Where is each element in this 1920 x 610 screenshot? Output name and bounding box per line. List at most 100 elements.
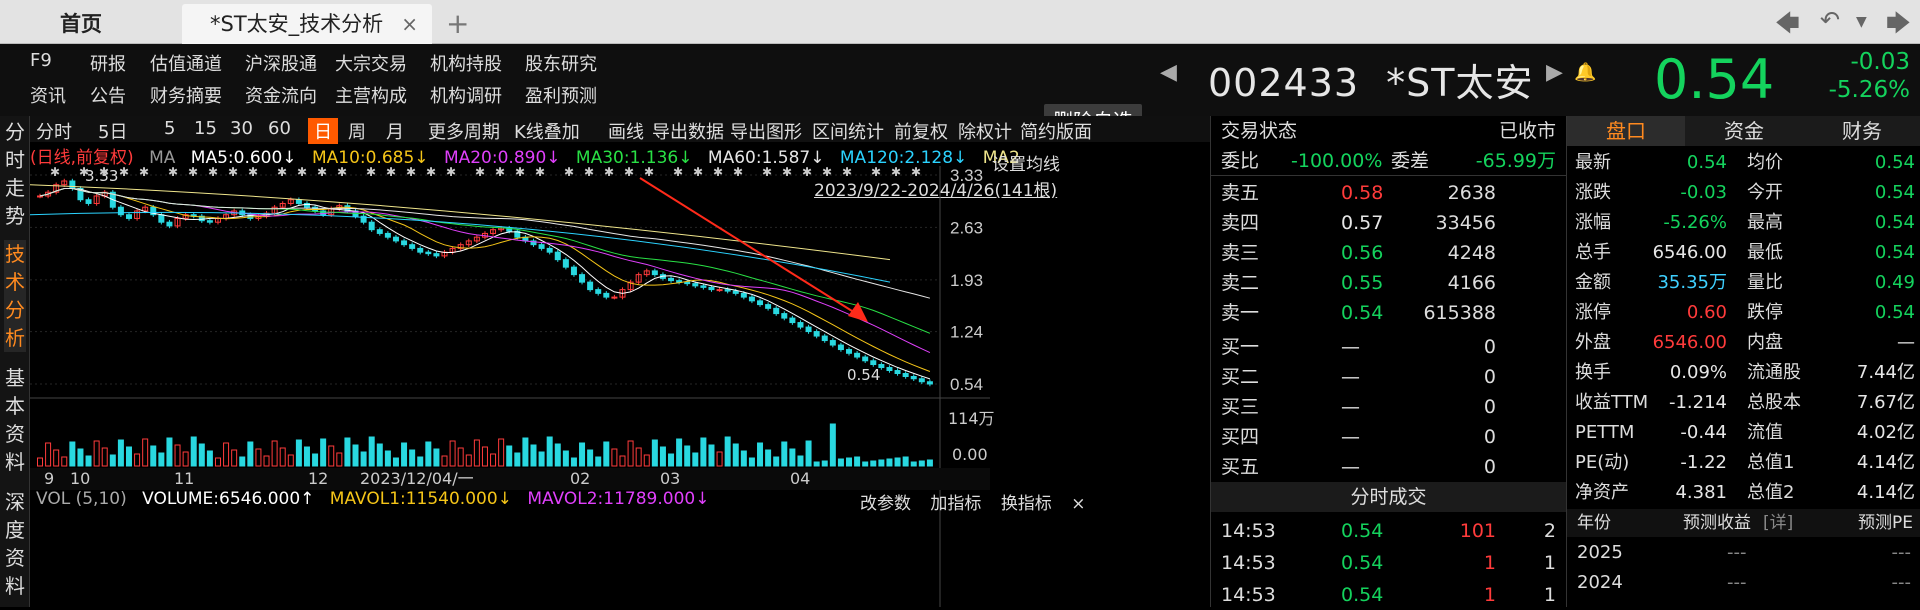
nav-technical[interactable]: 技术分析 <box>4 240 26 352</box>
function-menu: F9 研报 估值通道 沪深股通 大宗交易 机构持股 股东研究 资讯 公告 财务摘要 资金流向 主营构… <box>0 44 1920 138</box>
event-marker: ✱ <box>713 166 723 179</box>
quote-panel: 盘口 资金 财务 最新 0.54 均价 0.54 涨跌 -0.03 今开 0.54 涨幅 -5.2… <box>1566 116 1920 607</box>
detail-link[interactable]: [详] <box>1763 509 1793 537</box>
toolbar-item[interactable]: 区间统计 <box>812 118 884 144</box>
back-icon[interactable]: 🡄 <box>1775 6 1800 47</box>
quote-value: 4.381 <box>1675 482 1727 503</box>
menu-item[interactable]: 股东研究 <box>525 50 597 76</box>
nav-basic-info[interactable]: 基本资料 <box>4 364 26 476</box>
edit-params-button[interactable]: 改参数 <box>860 494 911 514</box>
toolbar-item[interactable]: K线叠加 <box>514 118 580 144</box>
candle-body <box>926 381 933 385</box>
prev-stock-icon[interactable]: ◀ <box>1160 60 1177 85</box>
quote-label: 涨停 <box>1575 302 1611 323</box>
event-marker: ✱ <box>822 166 832 179</box>
y-tick-label: 0.54 <box>950 375 983 394</box>
tab-home[interactable]: 首页 <box>60 4 102 44</box>
add-indicator-button[interactable]: 加指标 <box>930 494 981 514</box>
menu-item[interactable]: 沪深股通 <box>245 50 317 76</box>
change-value: -0.03 <box>1850 49 1910 75</box>
tab-finance[interactable]: 财务 <box>1803 116 1920 146</box>
switch-indicator-button[interactable]: 换指标 <box>1001 494 1052 514</box>
menu-item[interactable]: 资金流向 <box>245 82 317 108</box>
menu-item[interactable]: 研报 <box>90 50 126 76</box>
next-stock-icon[interactable]: ▶ <box>1546 60 1563 85</box>
menu-item[interactable]: 机构调研 <box>430 82 502 108</box>
toolbar-item[interactable]: 5日 <box>98 118 127 144</box>
menu-item[interactable]: 公告 <box>90 82 126 108</box>
event-marker: ✱ <box>624 166 634 179</box>
candle-body <box>668 277 675 282</box>
toolbar-item[interactable]: 画线 <box>608 118 644 144</box>
menu-item[interactable]: F9 <box>30 50 52 71</box>
toolbar-item[interactable]: 前复权 <box>894 118 948 144</box>
kline-chart[interactable]: 3.332.631.931.240.543.330.54114万0.009 10 1… <box>30 166 1210 607</box>
volume-bar <box>748 457 755 467</box>
ask-volume: 4248 <box>1447 242 1496 264</box>
menu-item[interactable]: 机构持股 <box>430 50 502 76</box>
forecast-year: 2025 <box>1577 542 1623 563</box>
volume-bar <box>214 457 221 467</box>
volume-y-bottom: 0.00 <box>952 445 988 464</box>
menu-item[interactable]: 估值通道 <box>150 50 222 76</box>
candle-body <box>85 199 92 204</box>
toolbar-item[interactable]: 5 <box>164 118 175 139</box>
toolbar-item[interactable]: 简约版面 <box>1020 118 1092 144</box>
toolbar-item[interactable]: 除权计 <box>958 118 1012 144</box>
nav-intraday[interactable]: 分时走势 <box>4 118 26 230</box>
nav-deep-info[interactable]: 深度资料 <box>4 488 26 600</box>
toolbar-item[interactable]: 分时 <box>36 118 72 144</box>
quote-value: 0.54 <box>1686 152 1727 173</box>
menu-item[interactable]: 主营构成 <box>335 82 407 108</box>
toolbar-item[interactable]: 月 <box>386 118 404 144</box>
candle-body <box>579 274 586 283</box>
tab-technical-analysis[interactable]: *ST太安_技术分析 × <box>182 4 432 44</box>
quote-row: 总手 6546.00 最低 0.54 <box>1567 238 1920 268</box>
candle-body <box>692 283 699 287</box>
candle-body <box>781 313 788 319</box>
candle-body <box>829 340 836 346</box>
tab-funds[interactable]: 资金 <box>1685 116 1803 146</box>
toolbar-item[interactable]: 更多周期 <box>428 118 500 144</box>
ask-volume: 2638 <box>1447 182 1496 204</box>
bid-price: — <box>1341 366 1360 388</box>
menu-item[interactable]: 大宗交易 <box>335 50 407 76</box>
menu-item[interactable]: 财务摘要 <box>150 82 222 108</box>
menu-item[interactable]: 资讯 <box>30 82 66 108</box>
volume-bar <box>433 448 440 467</box>
volume-bar <box>765 449 772 467</box>
volume-bar <box>797 455 804 467</box>
close-icon[interactable]: × <box>1071 494 1085 514</box>
trend-arrow <box>639 177 861 317</box>
toolbar-item[interactable]: 导出图形 <box>730 118 802 144</box>
chevron-down-icon[interactable]: ▼ <box>1856 14 1867 30</box>
toolbar-item[interactable]: 周 <box>348 118 366 144</box>
forward-icon[interactable]: 🡆 <box>1886 6 1911 47</box>
ask-row: 卖三 0.56 4248 <box>1211 238 1566 268</box>
event-marker: ✱ <box>446 166 456 179</box>
event-marker: ✱ <box>475 166 485 179</box>
tick-volume: 1 <box>1483 552 1496 574</box>
tab-pankou[interactable]: 盘口 <box>1567 116 1685 146</box>
volume-bar <box>910 461 917 467</box>
toolbar-item[interactable]: 60 <box>268 118 291 139</box>
menu-item[interactable]: 盈利预测 <box>525 82 597 108</box>
close-icon[interactable]: × <box>401 4 418 44</box>
toolbar-item[interactable]: 日 <box>308 118 338 144</box>
event-marker: ✱ <box>584 166 594 179</box>
new-tab-button[interactable]: + <box>446 4 469 44</box>
candle-body <box>69 180 76 189</box>
volume-bar <box>603 441 610 467</box>
volume-bar <box>643 454 650 467</box>
quote-label: 换手 <box>1575 362 1611 383</box>
toolbar-item[interactable]: 导出数据 <box>652 118 724 144</box>
tick-time: 14:53 <box>1221 520 1276 542</box>
bell-icon[interactable]: 🔔 <box>1574 62 1596 83</box>
undo-icon[interactable]: ↶ <box>1820 6 1840 34</box>
event-marker: ✱ <box>337 166 347 179</box>
forecast-eps: --- <box>1727 542 1747 563</box>
tick-price: 0.54 <box>1341 584 1384 606</box>
volume-bar <box>449 440 456 467</box>
toolbar-item[interactable]: 30 <box>230 118 253 139</box>
toolbar-item[interactable]: 15 <box>194 118 217 139</box>
